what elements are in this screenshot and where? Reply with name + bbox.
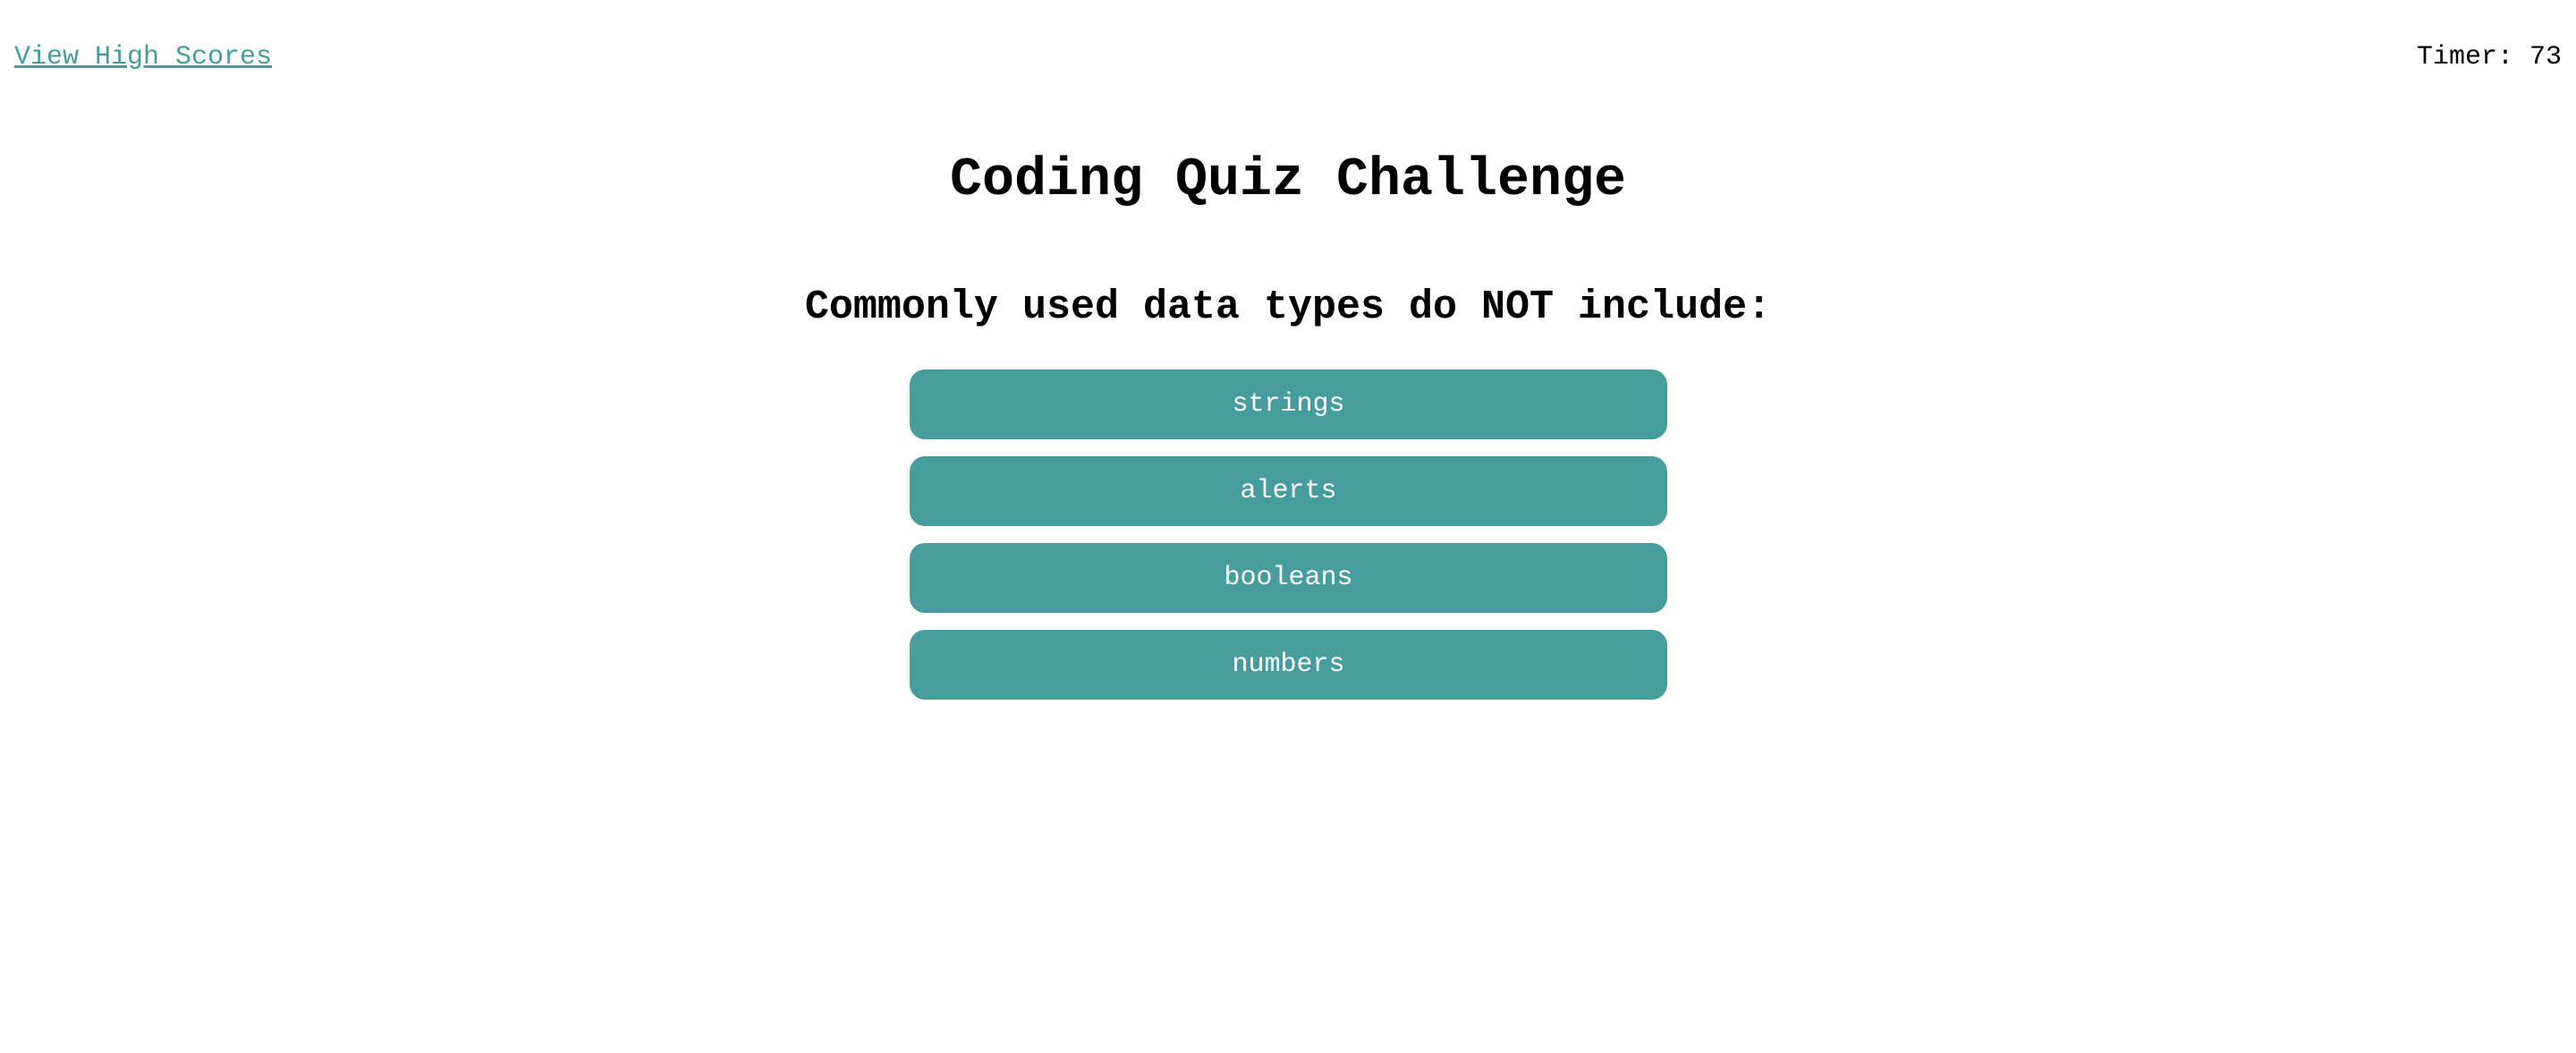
answer-choice-numbers[interactable]: numbers bbox=[910, 630, 1667, 700]
question-text: Commonly used data types do NOT include: bbox=[804, 284, 1772, 330]
answer-choice-booleans[interactable]: booleans bbox=[910, 543, 1667, 613]
timer-label: Timer: bbox=[2416, 42, 2513, 72]
page-title: Coding Quiz Challenge bbox=[949, 150, 1627, 211]
answer-choices: strings alerts booleans numbers bbox=[910, 369, 1667, 717]
view-high-scores-link[interactable]: View High Scores bbox=[14, 39, 272, 75]
timer: Timer: 73 bbox=[2417, 39, 2562, 75]
timer-value: 73 bbox=[2529, 42, 2562, 72]
answer-choice-strings[interactable]: strings bbox=[910, 369, 1667, 439]
answer-choice-alerts[interactable]: alerts bbox=[910, 456, 1667, 526]
